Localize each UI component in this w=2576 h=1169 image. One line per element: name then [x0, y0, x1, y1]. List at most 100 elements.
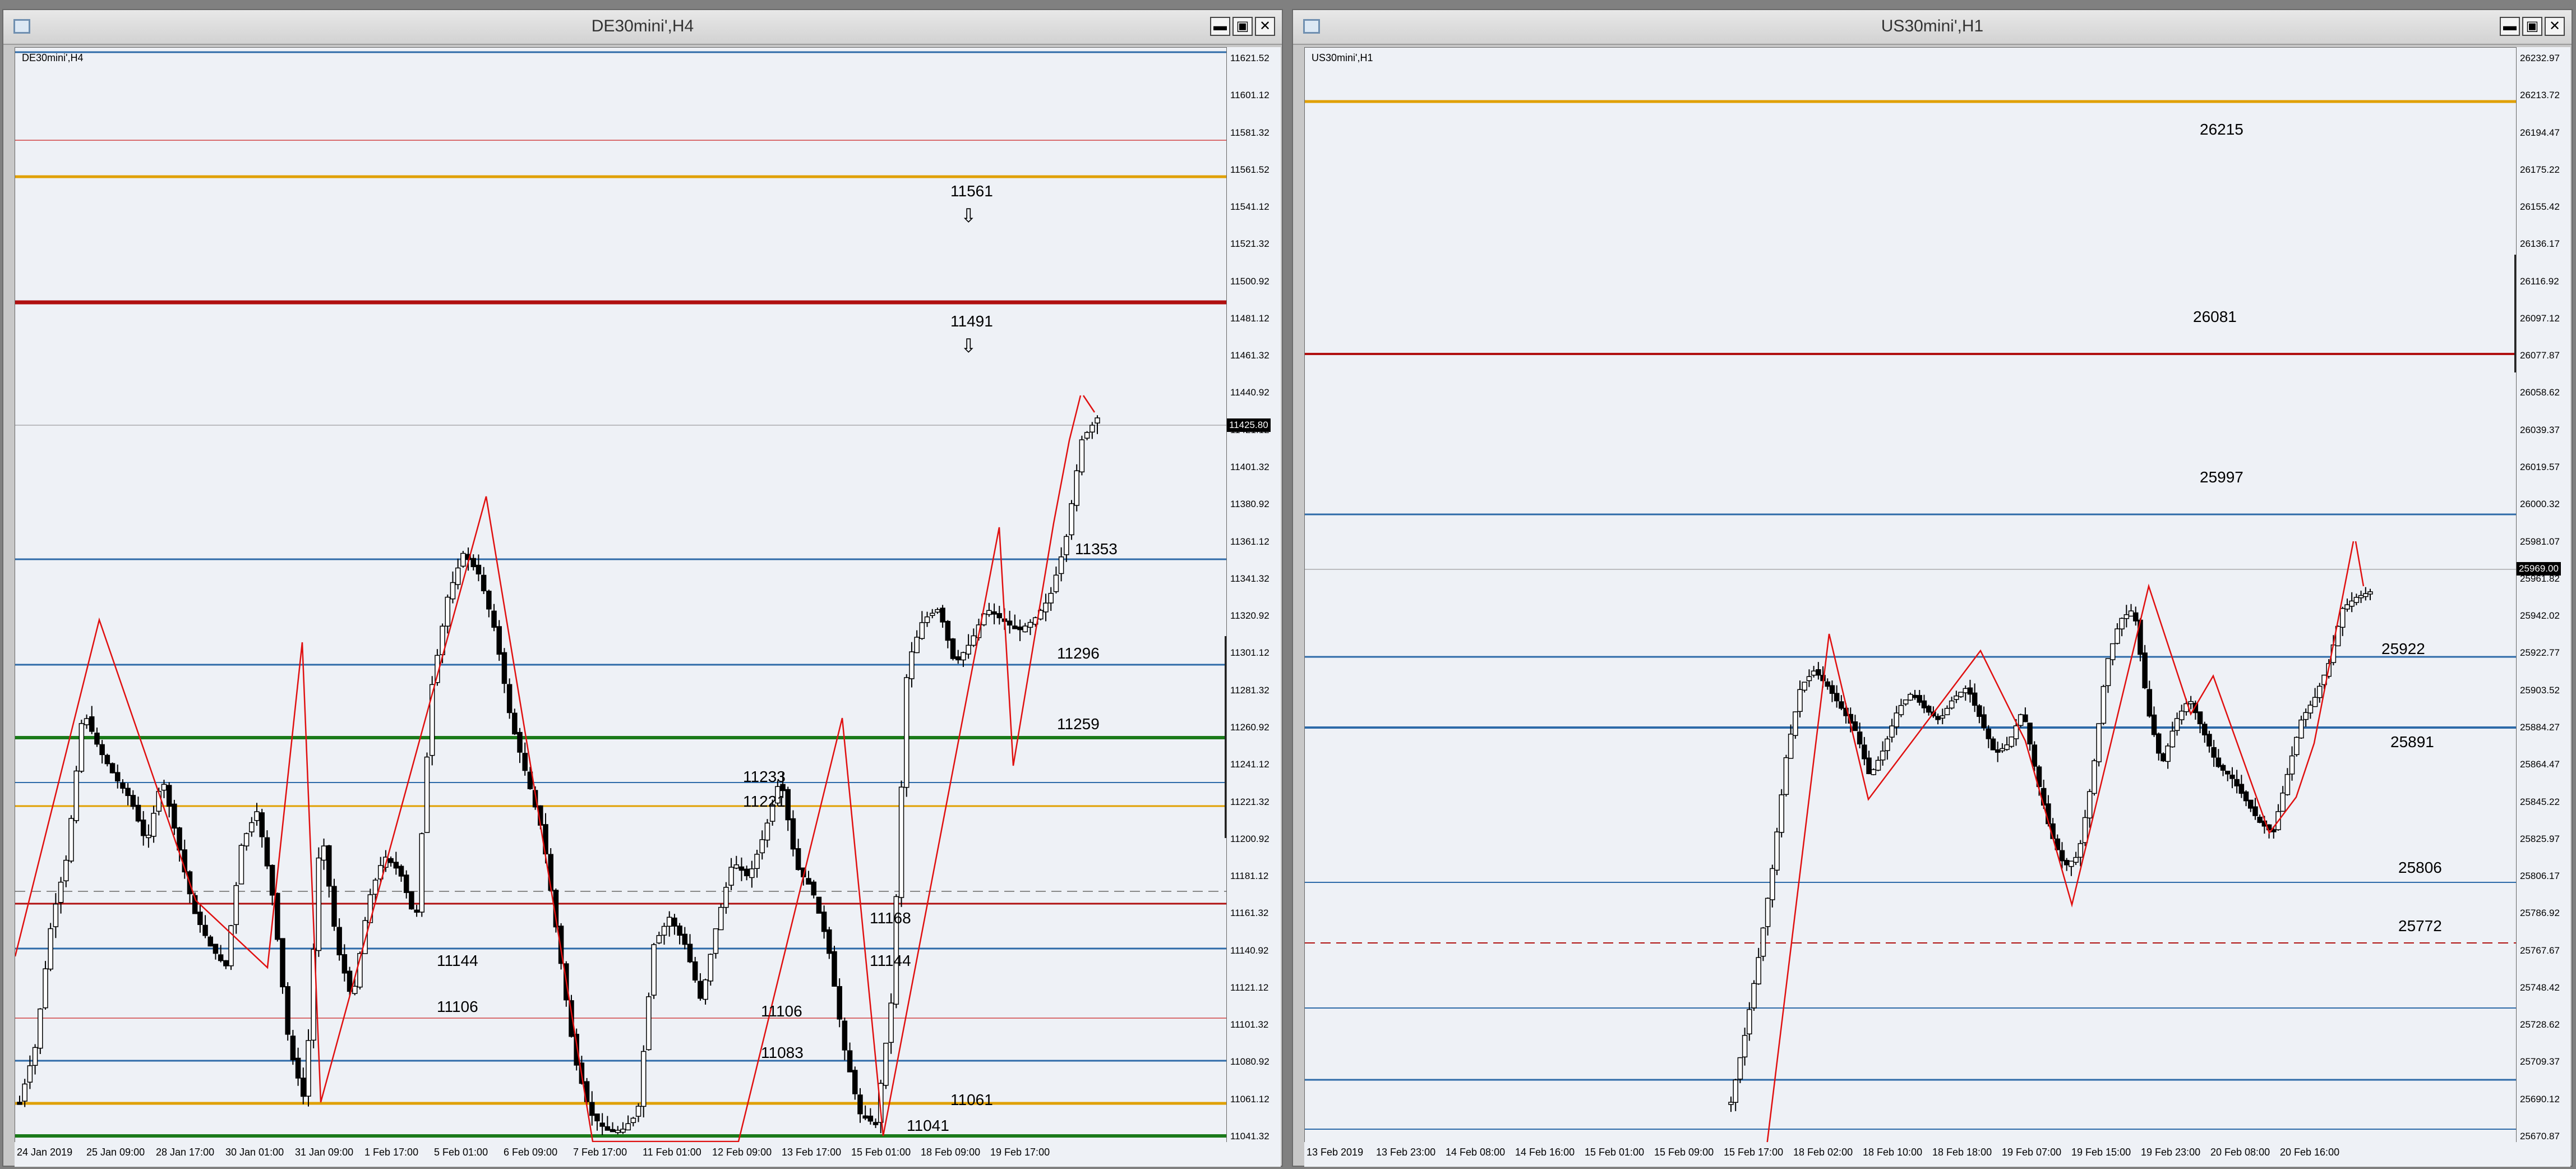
price-tick-label: 11200.92	[1230, 833, 1269, 844]
candle-body	[48, 928, 53, 970]
scroll-marker	[1225, 636, 1226, 838]
zigzag-line	[2355, 541, 2365, 587]
candle-body	[635, 1106, 641, 1117]
time-tick-label: 25 Jan 09:00	[86, 1147, 145, 1158]
price-tick-label: 25786.92	[2520, 908, 2560, 919]
chart-symbol-label: DE30mini',H4	[22, 52, 84, 63]
candle-body	[1917, 695, 1923, 703]
candle-body	[723, 887, 729, 908]
candle-body	[1747, 1009, 1752, 1034]
candle-body	[58, 881, 64, 903]
time-axis[interactable]: 13 Feb 2019 13 Feb 23:00 14 Feb 08:00 14 Fe…	[1304, 1142, 2570, 1167]
candle-body	[460, 553, 466, 567]
candle-body	[63, 859, 69, 881]
price-axis[interactable]: 26232.97 26213.72 26194.47 26175.22 26155.42…	[2514, 47, 2570, 1142]
candle-body	[1048, 593, 1054, 604]
price-tick-label: 26097.12	[2520, 312, 2560, 324]
candle-body	[2257, 816, 2263, 823]
maximize-button[interactable]: ▣	[1232, 17, 1253, 36]
price-tick-label: 11581.32	[1230, 127, 1269, 138]
candle-body	[491, 610, 497, 628]
candle-body	[1090, 425, 1095, 432]
candle-body	[2073, 857, 2079, 863]
close-button[interactable]: ✕	[1255, 17, 1275, 36]
candle-body	[2027, 722, 2033, 745]
time-axis[interactable]: 24 Jan 2019 25 Jan 09:00 28 Jan 17:00 30 Ja…	[15, 1142, 1281, 1167]
time-tick-label: 13 Feb 17:00	[782, 1147, 842, 1158]
candle-body	[2225, 771, 2231, 775]
candle-body	[1834, 693, 1840, 702]
price-tick-label: 25767.67	[2520, 945, 2560, 956]
time-tick-label: 14 Feb 08:00	[1446, 1147, 1506, 1158]
zigzag-line	[15, 395, 1082, 1143]
candle-body	[1889, 725, 1895, 738]
scroll-marker	[2514, 255, 2516, 372]
level-label: 11144	[437, 952, 478, 969]
time-tick-label: 13 Feb 23:00	[1376, 1147, 1436, 1158]
close-button[interactable]: ✕	[2545, 17, 2565, 36]
candle-body	[2280, 793, 2286, 812]
candle-body	[2317, 685, 2323, 698]
candle-body	[73, 770, 79, 821]
candle-body	[1839, 701, 1844, 709]
candle-body	[38, 1008, 43, 1049]
candle-body	[898, 786, 904, 898]
minimize-button[interactable]: ▬	[2500, 17, 2520, 36]
time-tick-label: 14 Feb 16:00	[1515, 1147, 1575, 1158]
candle-body	[1022, 625, 1028, 633]
candle-body	[2363, 593, 2369, 597]
window-title: DE30mini',H4	[591, 17, 694, 35]
candle-body	[599, 1122, 605, 1127]
price-tick-label: 26155.42	[2520, 201, 2560, 213]
time-tick-label: 31 Jan 09:00	[295, 1147, 354, 1158]
time-tick-label: 13 Feb 2019	[1307, 1147, 1364, 1158]
candle-body	[517, 731, 523, 753]
chart-window-de30[interactable]: DE30mini',H4 ▬ ▣ ✕ DE30mini',H4 11561 ⇩ …	[2, 9, 1283, 1167]
minimize-button[interactable]: ▬	[1210, 17, 1230, 36]
candle-body	[909, 651, 915, 679]
candle-body	[1027, 622, 1033, 628]
candle-body	[1728, 1102, 1734, 1105]
candle-body	[403, 875, 409, 893]
time-tick-label: 15 Feb 01:00	[1585, 1147, 1645, 1158]
price-tick-label: 11500.92	[1230, 275, 1269, 287]
candle-body	[213, 944, 219, 954]
candle-body	[821, 912, 827, 932]
candle-body	[718, 906, 724, 931]
candle-body	[935, 609, 940, 613]
level-label: 25806	[2398, 859, 2442, 876]
candle-body	[32, 1047, 38, 1066]
candle-body	[275, 892, 280, 940]
candle-body	[604, 1126, 611, 1131]
price-tick-label: 26194.47	[2520, 127, 2560, 138]
candle-body	[955, 656, 961, 661]
candle-body	[929, 613, 935, 616]
candle-body	[331, 886, 337, 927]
price-chart-area[interactable]: US30mini',H1 26215 26081 25997 25922 258…	[1304, 47, 2517, 1143]
price-tick-label: 11341.32	[1230, 573, 1269, 584]
level-label: 11233	[743, 768, 786, 785]
window-titlebar[interactable]: DE30mini',H4 ▬ ▣ ✕	[3, 10, 1282, 45]
candle-body	[280, 938, 285, 988]
candle-body	[496, 626, 502, 655]
candle-body	[290, 1035, 296, 1061]
candle-body	[326, 845, 332, 887]
level-label: 11491	[950, 312, 993, 330]
price-axis[interactable]: 11621.52 11601.12 11581.32 11561.52 11541.12…	[1225, 47, 1281, 1142]
candle-body	[2069, 860, 2074, 867]
candle-body	[2243, 791, 2249, 802]
candle-body	[610, 1129, 616, 1133]
chart-window-us30[interactable]: US30mini',H1 ▬ ▣ ✕ US30mini',H1 26215 26…	[1292, 9, 2573, 1167]
price-chart-area[interactable]: DE30mini',H4 11561 ⇩ 11491 ⇩ 11353 11296…	[15, 47, 1227, 1143]
window-titlebar[interactable]: US30mini',H1 ▬ ▣ ✕	[1293, 10, 2572, 45]
price-tick-label: 11061.12	[1230, 1093, 1269, 1104]
price-tick-label: 25670.87	[2520, 1131, 2560, 1142]
candle-body	[233, 885, 239, 925]
candle-body	[1926, 706, 1932, 713]
level-label: 25772	[2398, 917, 2442, 935]
candle-body	[202, 924, 208, 936]
candle-body	[341, 954, 348, 974]
price-tick-label: 11221.32	[1230, 796, 1269, 807]
maximize-button[interactable]: ▣	[2522, 17, 2542, 36]
candle-body	[2349, 600, 2355, 607]
